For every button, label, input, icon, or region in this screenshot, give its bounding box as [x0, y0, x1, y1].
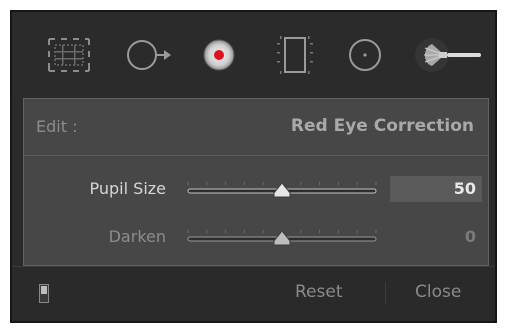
tool-toggle-switch[interactable] [39, 284, 49, 303]
brush-icon [415, 38, 481, 72]
darken-slider[interactable] [180, 223, 384, 253]
close-button[interactable]: Close [415, 282, 461, 302]
edit-label: Edit : [36, 117, 78, 136]
pupil-size-slider[interactable] [180, 175, 384, 205]
radial-filter-tool[interactable] [345, 32, 385, 78]
darken-label: Darken [108, 227, 166, 246]
graduated-filter-tool[interactable] [274, 32, 316, 78]
button-separator [385, 282, 386, 304]
pupil-size-row: Pupil Size 50 [24, 175, 488, 205]
slider-tick [206, 230, 208, 233]
spot-removal-icon [127, 40, 171, 70]
pupil-size-label: Pupil Size [89, 179, 166, 198]
slider-thumb[interactable] [273, 182, 291, 198]
crop-grid-icon [48, 38, 90, 72]
slider-tick [243, 182, 245, 185]
red-eye-icon [203, 39, 235, 71]
tool-title: Red Eye Correction [290, 116, 474, 136]
slider-tick [300, 182, 302, 185]
crop-overlay-tool[interactable] [43, 32, 95, 78]
panel-footer: Reset Close [12, 266, 495, 321]
darken-value[interactable]: 0 [390, 224, 482, 250]
radial-filter-icon [349, 39, 381, 71]
footer-divider [12, 266, 495, 267]
reset-button[interactable]: Reset [295, 282, 343, 302]
slider-tick [319, 230, 321, 233]
darken-row: Darken 0 [24, 223, 488, 253]
slider-tick [206, 182, 208, 185]
red-eye-panel: Edit : Red Eye Correction Pupil Size 50 … [10, 10, 497, 323]
slider-tick [319, 182, 321, 185]
tool-strip [12, 12, 495, 98]
slider-tick [262, 230, 264, 233]
slider-thumb[interactable] [273, 230, 291, 246]
toggle-knob [41, 286, 47, 294]
slider-tick [375, 230, 377, 233]
slider-tick [225, 230, 227, 233]
pupil-size-value[interactable]: 50 [390, 176, 482, 202]
slider-tick [262, 182, 264, 185]
slider-tick [243, 230, 245, 233]
slider-tick [300, 230, 302, 233]
tool-options: Edit : Red Eye Correction Pupil Size 50 … [23, 98, 489, 266]
slider-tick [375, 182, 377, 185]
slider-tick [225, 182, 227, 185]
slider-tick [187, 230, 189, 233]
slider-tick [337, 230, 339, 233]
spot-removal-tool[interactable] [120, 32, 178, 78]
slider-tick [356, 182, 358, 185]
slider-tick [337, 182, 339, 185]
slider-tick [187, 182, 189, 185]
adjustment-brush-tool[interactable] [410, 32, 488, 78]
edit-header: Edit : Red Eye Correction [24, 99, 488, 156]
graduated-filter-icon [277, 36, 313, 74]
red-eye-tool[interactable] [196, 32, 242, 78]
slider-tick [356, 230, 358, 233]
